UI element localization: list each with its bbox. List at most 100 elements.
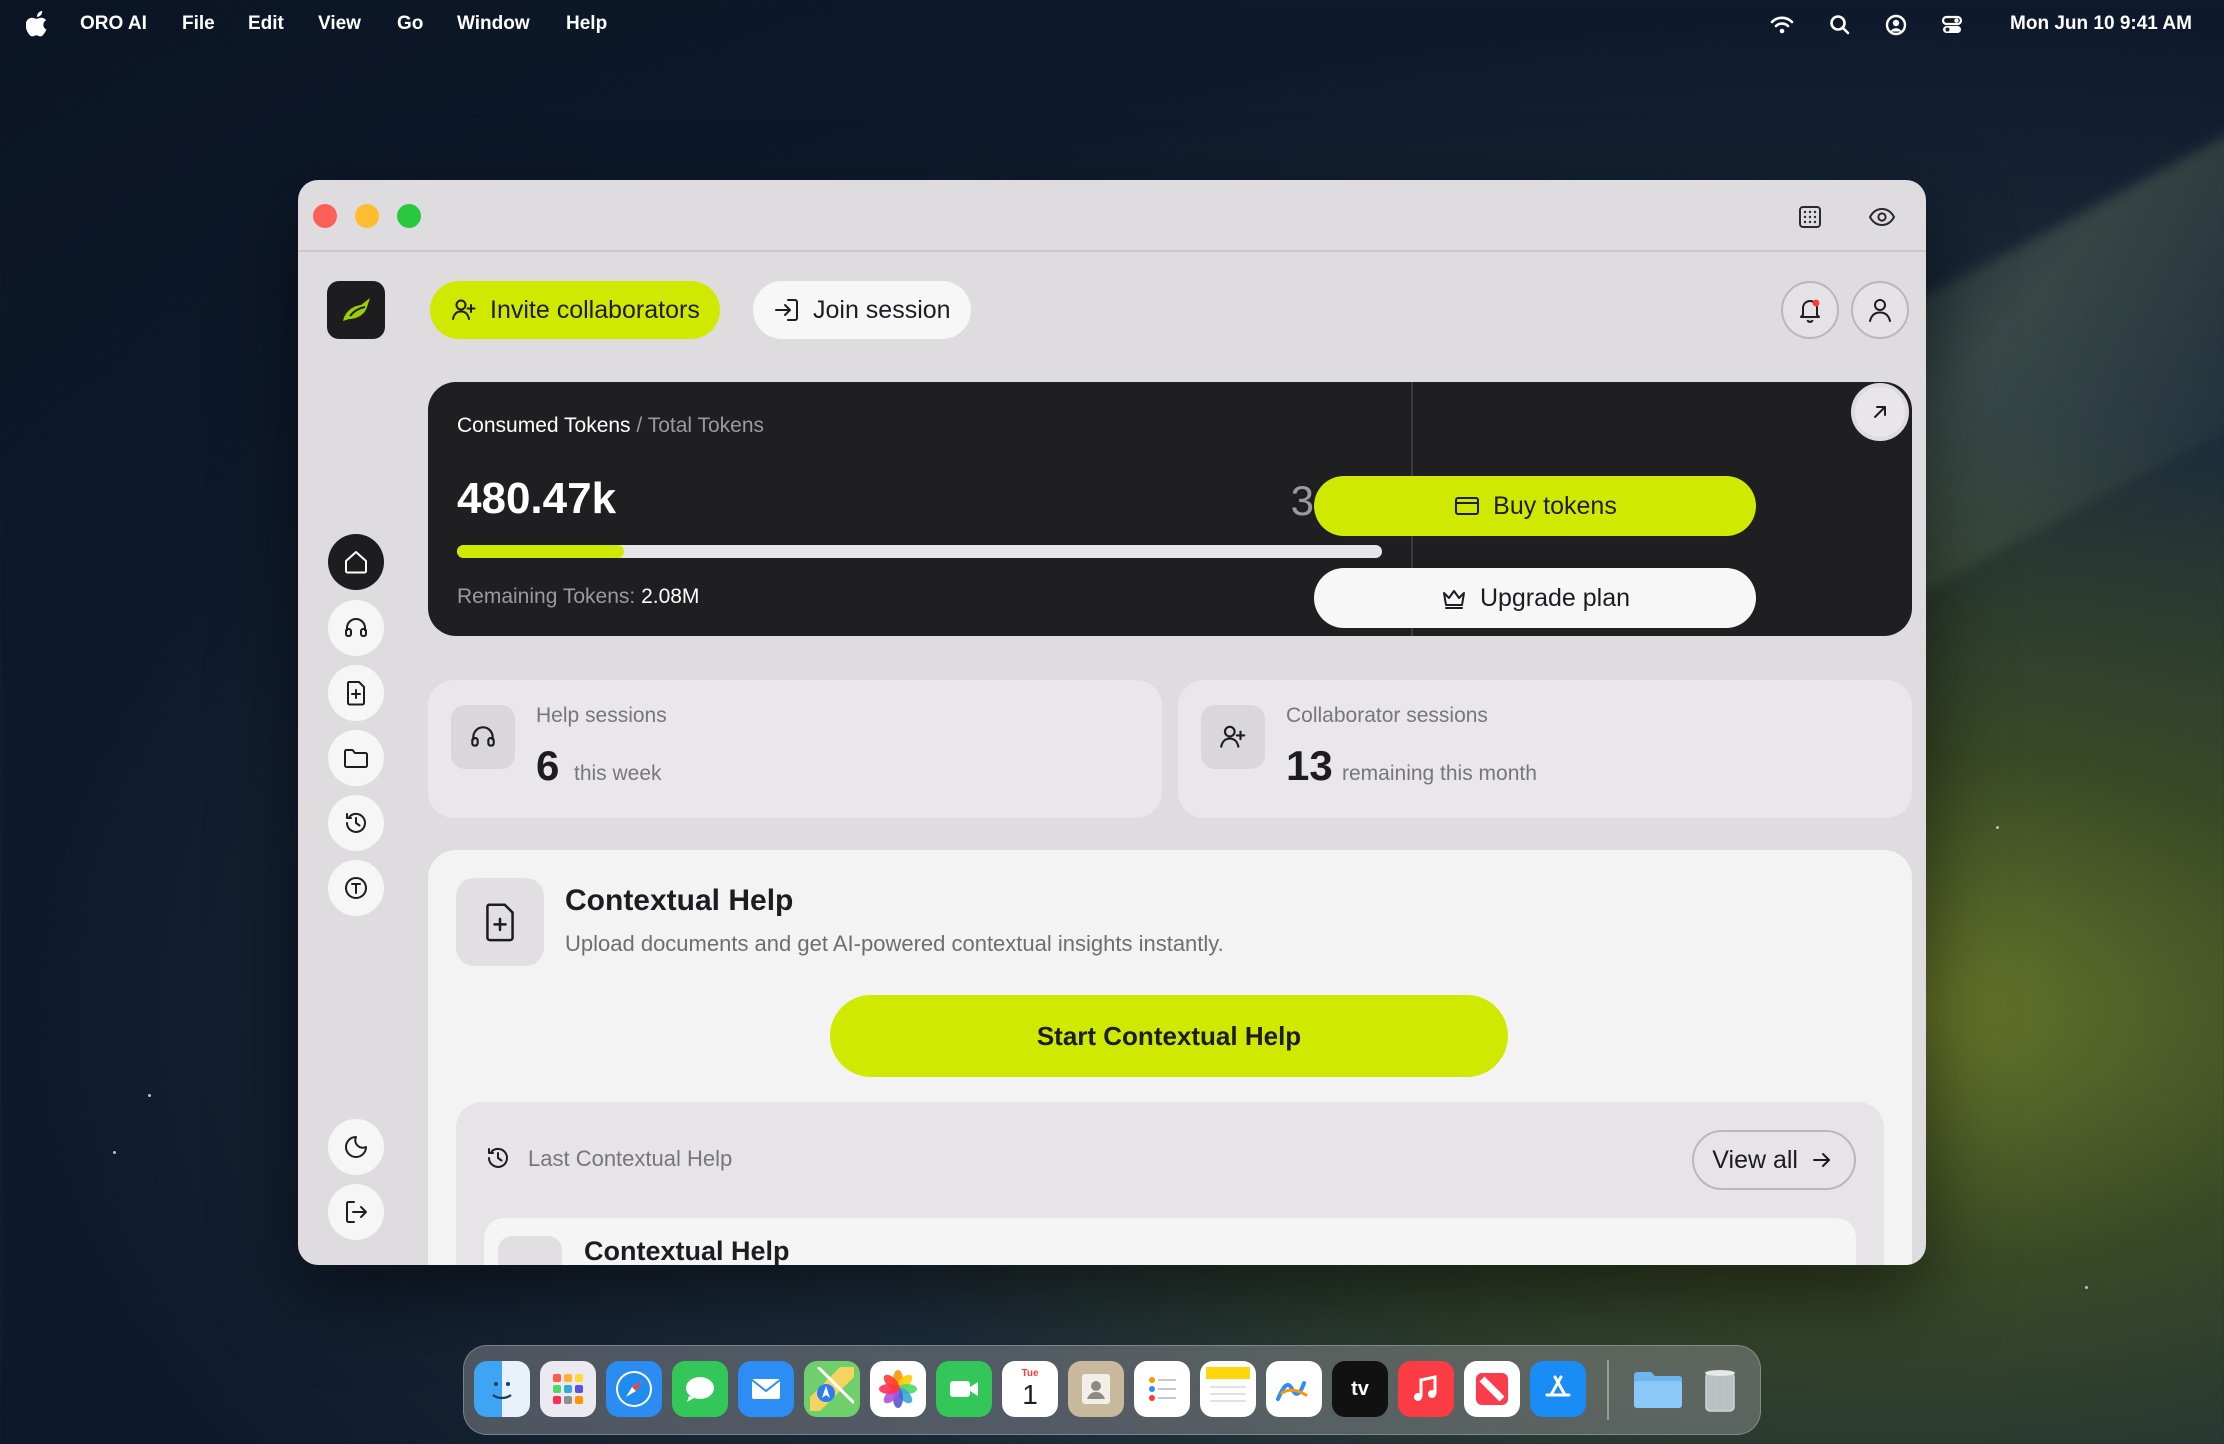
menu-bar: ORO AI File Edit View Go Window Help Mon…	[0, 0, 2224, 50]
menu-file[interactable]: File	[182, 13, 215, 35]
sidebar-item-home[interactable]	[328, 534, 384, 590]
invite-collaborators-label: Invite collaborators	[490, 295, 700, 324]
remaining-tokens-label: Remaining Tokens:	[457, 585, 642, 608]
start-contextual-help-button[interactable]: Start Contextual Help	[830, 995, 1508, 1077]
tv-label: tv	[1351, 1377, 1369, 1400]
join-session-label: Join session	[813, 295, 951, 324]
profile-button[interactable]	[1851, 281, 1909, 339]
minimize-window-button[interactable]	[355, 204, 379, 228]
envelope-icon	[751, 1379, 781, 1399]
video-camera-icon	[950, 1381, 978, 1397]
headset-icon	[345, 618, 367, 637]
consumed-tokens-caption: Consumed Tokens	[457, 414, 631, 437]
dock-downloads-folder[interactable]	[1630, 1361, 1686, 1417]
search-icon[interactable]	[1827, 12, 1853, 38]
token-icon	[345, 877, 367, 899]
apple-logo-icon[interactable]	[26, 11, 50, 37]
user-account-icon[interactable]	[1883, 12, 1909, 38]
theme-toggle-button[interactable]	[328, 1119, 384, 1175]
arrow-up-right-icon	[1874, 406, 1886, 418]
menu-go[interactable]: Go	[397, 13, 423, 35]
help-sessions-period: this week	[574, 762, 662, 785]
zoom-window-button[interactable]	[397, 204, 421, 228]
layout-grid-icon[interactable]	[1795, 202, 1825, 232]
dock-finder[interactable]	[474, 1361, 530, 1417]
list-item[interactable]: Contextual Help	[484, 1218, 1856, 1265]
consumed-tokens-value: 480.47k	[457, 474, 617, 523]
freeform-scribble-icon	[1276, 1381, 1308, 1401]
buy-tokens-button[interactable]: Buy tokens	[1314, 476, 1756, 536]
collaborator-sessions-card: Collaborator sessions 13 remaining this …	[1178, 680, 1912, 818]
last-contextual-help-title: Last Contextual Help	[528, 1146, 733, 1171]
join-session-button[interactable]: Join session	[753, 281, 971, 339]
sidebar-item-help-sessions[interactable]	[328, 600, 384, 656]
menu-window[interactable]: Window	[457, 13, 530, 35]
finder-icon	[492, 1382, 512, 1400]
user-plus-icon	[1220, 725, 1246, 748]
folder-icon	[344, 749, 368, 768]
menu-view[interactable]: View	[318, 13, 361, 35]
help-sessions-label: Help sessions	[536, 704, 667, 727]
dock-notes[interactable]	[1200, 1361, 1256, 1417]
menu-edit[interactable]: Edit	[248, 13, 284, 35]
dock-tv[interactable]: tv	[1332, 1361, 1388, 1417]
tokens-progress-fill	[457, 545, 624, 558]
collaborator-sessions-count: 13	[1286, 742, 1333, 789]
dock-facetime[interactable]	[936, 1361, 992, 1417]
sidebar-item-tokens[interactable]	[328, 860, 384, 916]
upgrade-plan-button[interactable]: Upgrade plan	[1314, 568, 1756, 628]
tokens-caption: Consumed Tokens / Total Tokens	[457, 414, 764, 438]
view-all-button[interactable]: View all	[1692, 1130, 1856, 1190]
menu-help[interactable]: Help	[566, 13, 607, 35]
contextual-help-icon-box	[456, 878, 544, 966]
buy-tokens-label: Buy tokens	[1493, 491, 1617, 520]
eye-icon[interactable]	[1867, 202, 1897, 232]
sidebar-item-files[interactable]	[328, 730, 384, 786]
sidebar-item-history[interactable]	[328, 795, 384, 851]
logout-icon	[346, 1201, 367, 1223]
invite-collaborators-button[interactable]: Invite collaborators	[430, 281, 720, 339]
contextual-help-card: Contextual Help Upload documents and get…	[428, 850, 1912, 1265]
close-window-button[interactable]	[313, 204, 337, 228]
dock-news[interactable]	[1464, 1361, 1520, 1417]
upgrade-plan-label: Upgrade plan	[1479, 583, 1631, 612]
contextual-help-description: Upload documents and get AI-powered cont…	[565, 931, 1224, 956]
menu-app-name[interactable]: ORO AI	[80, 13, 147, 35]
dock-photos[interactable]	[870, 1361, 926, 1417]
title-bar	[298, 180, 1926, 252]
dock-calendar[interactable]: Tue 1	[1002, 1361, 1058, 1417]
sign-in-icon	[775, 299, 798, 321]
dock-maps[interactable]	[804, 1361, 860, 1417]
remaining-tokens-value: 2.08M	[641, 585, 700, 608]
headset-icon	[471, 726, 495, 747]
dock-app-store[interactable]	[1530, 1361, 1586, 1417]
expand-tokens-button[interactable]	[1851, 383, 1909, 441]
wifi-icon[interactable]	[1769, 12, 1795, 38]
dock-freeform[interactable]	[1266, 1361, 1322, 1417]
app-store-icon	[1545, 1375, 1571, 1397]
notifications-button[interactable]	[1781, 281, 1839, 339]
oro-logo[interactable]	[327, 281, 385, 339]
logout-button[interactable]	[328, 1184, 384, 1240]
notes-icon	[1206, 1367, 1250, 1402]
dock-mail[interactable]	[738, 1361, 794, 1417]
dock-messages[interactable]	[672, 1361, 728, 1417]
file-plus-icon	[347, 681, 365, 706]
dock-launchpad[interactable]	[540, 1361, 596, 1417]
dock-music[interactable]	[1398, 1361, 1454, 1417]
dock-separator	[1607, 1360, 1609, 1420]
sidebar-item-contextual-help[interactable]	[328, 665, 384, 721]
bird-logo-icon	[343, 298, 370, 321]
contacts-icon	[1082, 1374, 1110, 1404]
dock-trash[interactable]	[1692, 1361, 1748, 1417]
message-bubble-icon	[686, 1377, 714, 1402]
dock-contacts[interactable]	[1068, 1361, 1124, 1417]
menubar-clock[interactable]: Mon Jun 10 9:41 AM	[2010, 13, 2192, 35]
collaborator-sessions-icon-box	[1201, 705, 1265, 769]
map-icon	[810, 1367, 854, 1411]
wallpaper-star	[113, 1151, 116, 1154]
dock-reminders[interactable]	[1134, 1361, 1190, 1417]
dock-safari[interactable]	[606, 1361, 662, 1417]
control-center-icon[interactable]	[1939, 12, 1965, 38]
file-plus-icon	[486, 903, 514, 942]
